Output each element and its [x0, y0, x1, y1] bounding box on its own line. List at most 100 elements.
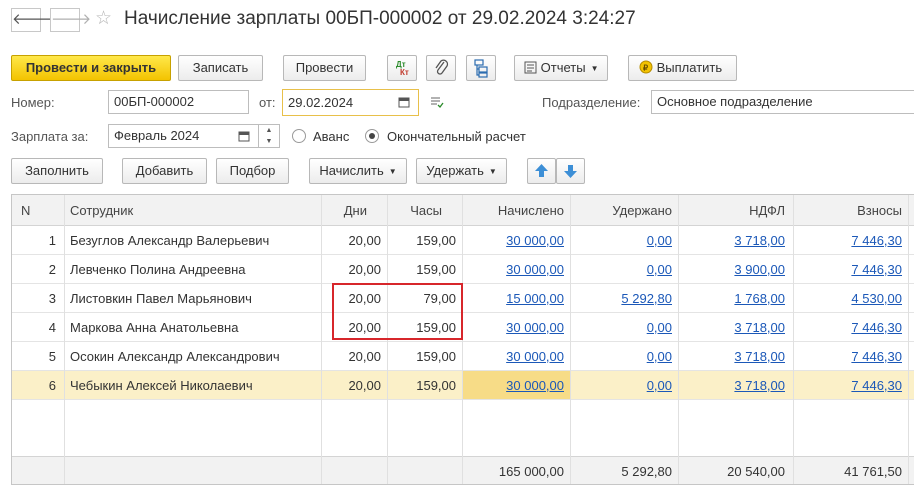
structure-button[interactable]	[466, 55, 496, 81]
col-withheld[interactable]: Удержано	[570, 195, 678, 225]
advance-radio[interactable]	[292, 129, 306, 143]
cell-contrib[interactable]: 7 446,30	[793, 226, 908, 254]
cell-contrib[interactable]: 4 530,00	[793, 284, 908, 312]
withhold-button[interactable]: Удержать ▼	[416, 158, 507, 184]
table-totals-row: 165 000,00 5 292,80 20 540,00 41 761,50	[12, 456, 914, 484]
cell-n: 1	[48, 233, 56, 248]
cell-n: 2	[48, 262, 56, 277]
cell-accrued[interactable]: 30 000,00	[462, 226, 570, 254]
cell-hours: 159,00	[416, 378, 456, 393]
move-down-button[interactable]	[556, 158, 585, 184]
table-row[interactable]: 6 Чебыкин Алексей Николаевич 20,00 159,00 30…	[12, 371, 914, 400]
ruble-coin-icon: ₽	[639, 60, 653, 74]
table-row[interactable]: 2 Левченко Полина Андреевна 20,00 159,00 30 …	[12, 255, 914, 284]
cell-withheld[interactable]: 0,00	[570, 226, 678, 254]
advance-label: Аванс	[313, 129, 350, 144]
calendar-icon[interactable]	[238, 130, 250, 142]
cell-ndfl[interactable]: 3 718,00	[678, 342, 793, 370]
cell-contrib[interactable]: 7 446,30	[793, 371, 908, 399]
period-spinner[interactable]: ▲ ▼	[258, 124, 280, 148]
department-label: Подразделение:	[542, 95, 641, 110]
date-value: 29.02.2024	[288, 95, 354, 110]
favorite-star-icon[interactable]: ☆	[95, 7, 112, 31]
number-input[interactable]: 00БП-000002	[108, 90, 249, 114]
table-row[interactable]: 1 Безуглов Александр Валерьевич 20,00 159,0…	[12, 226, 914, 255]
svg-text:Кт: Кт	[400, 68, 409, 77]
accrue-label: Начислить	[319, 163, 384, 178]
highlight-box	[332, 283, 463, 340]
dt-kt-button[interactable]: Дт Кт	[387, 55, 417, 81]
accrue-button[interactable]: Начислить ▼	[309, 158, 407, 184]
col-accrued[interactable]: Начислено	[462, 195, 570, 225]
final-calc-radio[interactable]	[365, 129, 379, 143]
cell-ndfl[interactable]: 3 718,00	[678, 226, 793, 254]
cell-employee: Чебыкин Алексей Николаевич	[70, 378, 253, 393]
cell-days: 20,00	[348, 262, 381, 277]
cell-accrued[interactable]: 30 000,00	[462, 371, 570, 399]
cell-employee: Листовкин Павел Марьянович	[70, 291, 252, 306]
cell-ndfl[interactable]: 3 900,00	[678, 255, 793, 283]
col-employee[interactable]: Сотрудник	[64, 195, 321, 225]
table-row[interactable]: 5 Осокин Александр Александрович 20,00 159,…	[12, 342, 914, 371]
forward-button[interactable]: 🡒	[50, 8, 91, 32]
date-input[interactable]: 29.02.2024	[282, 89, 419, 116]
spin-down-icon[interactable]: ▼	[259, 136, 279, 147]
pay-label: Выплатить	[656, 60, 723, 75]
col-hours[interactable]: Часы	[387, 195, 462, 225]
cell-ndfl[interactable]: 3 718,00	[678, 371, 793, 399]
cell-withheld[interactable]: 0,00	[570, 371, 678, 399]
chevron-down-icon: ▼	[388, 167, 397, 176]
cell-ndfl[interactable]: 3 718,00	[678, 313, 793, 341]
cell-withheld[interactable]: 5 292,80	[570, 284, 678, 312]
table-header: N Сотрудник Дни Часы Начислено Удержано …	[12, 195, 914, 226]
back-button[interactable]: 🡐	[11, 8, 52, 32]
post-and-close-button[interactable]: Провести и закрыть	[11, 55, 171, 81]
reports-icon	[524, 61, 537, 74]
add-button[interactable]: Добавить	[122, 158, 207, 184]
calendar-icon[interactable]	[398, 96, 410, 108]
cell-days: 20,00	[348, 378, 381, 393]
total-accrued: 165 000,00	[498, 464, 564, 479]
move-up-button[interactable]	[527, 158, 556, 184]
table-row[interactable]: 4 Маркова Анна Анатольевна 20,00 159,00 30 0…	[12, 313, 914, 342]
history-list-icon[interactable]	[430, 96, 444, 108]
dt-kt-icon: Дт Кт	[396, 60, 409, 77]
cell-contrib[interactable]: 7 446,30	[793, 255, 908, 283]
cell-accrued[interactable]: 30 000,00	[462, 255, 570, 283]
cell-contrib[interactable]: 7 446,30	[793, 342, 908, 370]
reports-button[interactable]: Отчеты ▼	[514, 55, 608, 81]
col-days[interactable]: Дни	[321, 195, 387, 225]
cell-accrued[interactable]: 30 000,00	[462, 313, 570, 341]
col-n[interactable]: N	[12, 195, 64, 225]
cell-employee: Безуглов Александр Валерьевич	[70, 233, 270, 248]
spin-up-icon[interactable]: ▲	[259, 125, 279, 136]
final-calc-label: Окончательный расчет	[387, 129, 526, 144]
cell-days: 20,00	[348, 233, 381, 248]
period-input[interactable]: Февраль 2024	[108, 124, 259, 148]
pay-button[interactable]: ₽ Выплатить	[628, 55, 737, 81]
cell-accrued[interactable]: 15 000,00	[462, 284, 570, 312]
col-ndfl[interactable]: НДФЛ	[678, 195, 793, 225]
post-button[interactable]: Провести	[283, 55, 366, 81]
period-value: Февраль 2024	[114, 128, 200, 143]
total-contrib: 41 761,50	[844, 464, 902, 479]
arrow-down-icon	[564, 165, 577, 178]
attach-button[interactable]	[426, 55, 456, 81]
table-row[interactable]: 3 Листовкин Павел Марьянович 20,00 79,00 15 …	[12, 284, 914, 313]
svg-text:₽: ₽	[643, 64, 648, 73]
cell-hours: 159,00	[416, 349, 456, 364]
col-contrib[interactable]: Взносы	[793, 195, 908, 225]
save-button[interactable]: Записать	[178, 55, 263, 81]
cell-ndfl[interactable]: 1 768,00	[678, 284, 793, 312]
department-input[interactable]: Основное подразделение	[651, 90, 914, 114]
cell-contrib[interactable]: 7 446,30	[793, 313, 908, 341]
cell-withheld[interactable]: 0,00	[570, 342, 678, 370]
fill-button[interactable]: Заполнить	[11, 158, 103, 184]
chevron-down-icon: ▼	[590, 64, 599, 73]
cell-hours: 159,00	[416, 262, 456, 277]
cell-withheld[interactable]: 0,00	[570, 255, 678, 283]
number-label: Номер:	[11, 95, 55, 110]
cell-withheld[interactable]: 0,00	[570, 313, 678, 341]
pick-button[interactable]: Подбор	[216, 158, 289, 184]
cell-accrued[interactable]: 30 000,00	[462, 342, 570, 370]
